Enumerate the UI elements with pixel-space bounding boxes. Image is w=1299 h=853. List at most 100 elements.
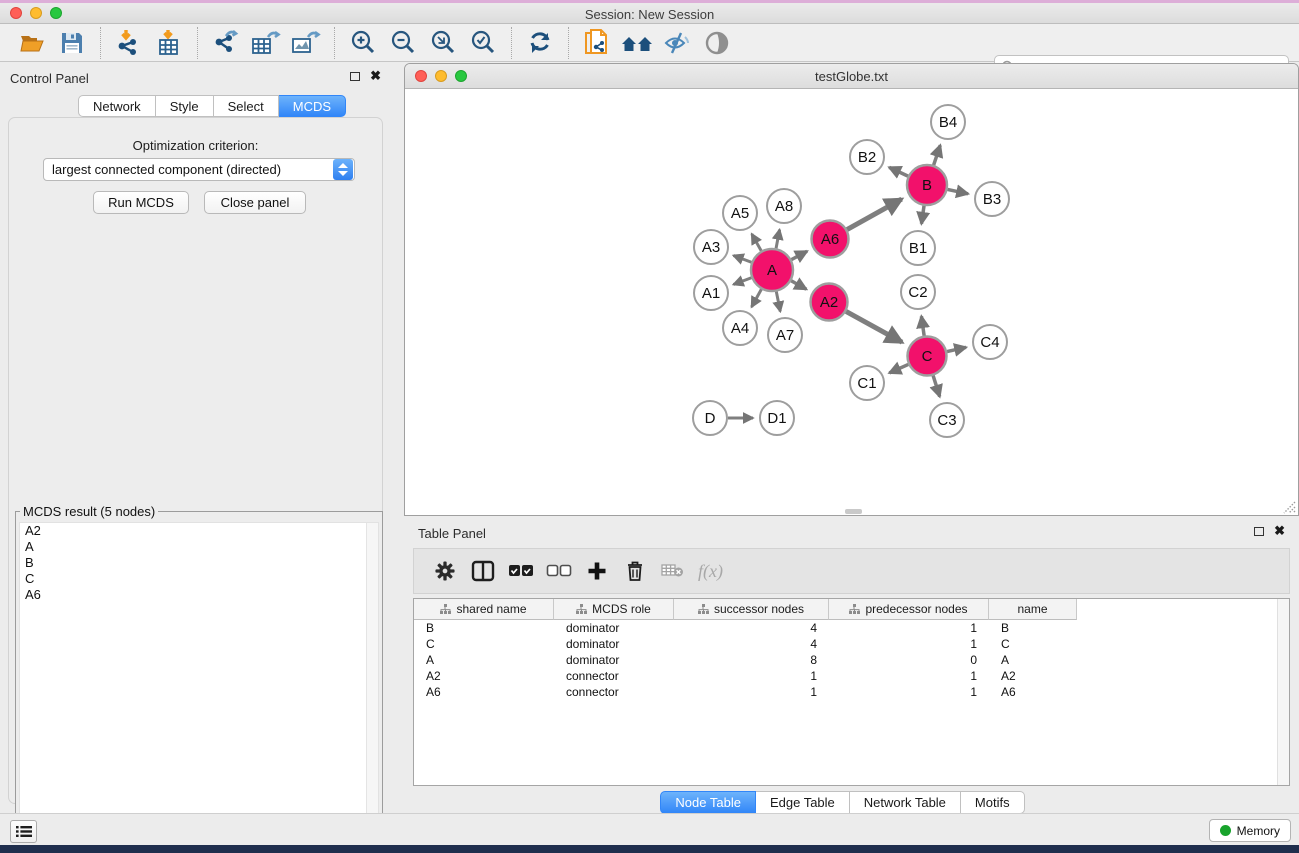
table-cell[interactable]: B <box>989 621 1077 635</box>
table-row[interactable]: Cdominator41C <box>414 636 1289 652</box>
split-table-view-button[interactable] <box>466 554 500 588</box>
column-header-shared-name[interactable]: shared name <box>414 599 554 620</box>
mcds-result-item[interactable]: C <box>20 571 378 587</box>
graph-edge-C-C4[interactable] <box>947 347 966 351</box>
tab-style[interactable]: Style <box>156 95 214 117</box>
table-cell[interactable]: connector <box>554 669 674 683</box>
network-window-titlebar[interactable]: testGlobe.txt <box>405 64 1298 89</box>
task-history-button[interactable] <box>10 820 37 843</box>
table-cell[interactable]: 1 <box>829 669 989 683</box>
mcds-result-item[interactable]: B <box>20 555 378 571</box>
table-cell[interactable]: A <box>414 653 554 667</box>
table-cell[interactable]: 4 <box>674 621 829 635</box>
graph-edge-C-C1[interactable] <box>889 364 908 373</box>
tab-mcds[interactable]: MCDS <box>279 95 346 117</box>
graph-edge-B-B2[interactable] <box>889 167 908 176</box>
float-panel-icon[interactable] <box>350 72 360 81</box>
criterion-dropdown[interactable]: largest connected component (directed) <box>43 158 355 181</box>
table-cell[interactable]: A6 <box>989 685 1077 699</box>
mcds-result-list[interactable]: A2ABCA6 <box>19 522 379 846</box>
zoom-out-button[interactable] <box>385 27 421 59</box>
show-panel-button[interactable] <box>699 27 735 59</box>
table-cell[interactable]: 1 <box>829 637 989 651</box>
import-table-button[interactable] <box>151 27 187 59</box>
hide-panel-button[interactable] <box>659 27 695 59</box>
table-cell[interactable]: C <box>989 637 1077 651</box>
network-canvas[interactable]: AA1A2A3A4A5A6A7A8BB1B2B3B4CC1C2C3C4DD1 <box>405 89 1298 516</box>
table-cell[interactable]: C <box>414 637 554 651</box>
apply-layout-button[interactable] <box>522 27 558 59</box>
table-settings-button[interactable] <box>428 554 462 588</box>
zoom-fit-button[interactable] <box>425 27 461 59</box>
close-panel-icon[interactable]: ✖ <box>370 71 381 81</box>
table-cell[interactable]: dominator <box>554 637 674 651</box>
graph-edge-B-B4[interactable] <box>934 145 941 165</box>
table-cell[interactable]: 4 <box>674 637 829 651</box>
graph-edge-A2-C[interactable] <box>846 311 902 342</box>
table-cell[interactable]: A2 <box>989 669 1077 683</box>
result-scrollbar-track[interactable] <box>366 523 378 845</box>
save-session-button[interactable] <box>54 27 90 59</box>
delete-button[interactable] <box>618 554 652 588</box>
deselect-all-columns-button[interactable] <box>542 554 576 588</box>
import-network-button[interactable] <box>111 27 147 59</box>
close-table-panel-icon[interactable]: ✖ <box>1274 526 1285 536</box>
tab-select[interactable]: Select <box>214 95 279 117</box>
table-cell[interactable]: 1 <box>829 621 989 635</box>
table-row[interactable]: A6connector11A6 <box>414 684 1289 700</box>
table-cell[interactable]: dominator <box>554 653 674 667</box>
add-column-button[interactable] <box>580 554 614 588</box>
table-cell[interactable]: 0 <box>829 653 989 667</box>
home-button[interactable] <box>619 27 655 59</box>
graph-edge-A-A4[interactable] <box>752 289 762 307</box>
delete-table-button[interactable] <box>656 554 690 588</box>
tab-motifs[interactable]: Motifs <box>961 791 1025 814</box>
tab-network-table[interactable]: Network Table <box>850 791 961 814</box>
run-mcds-button[interactable]: Run MCDS <box>93 191 189 214</box>
mcds-result-item[interactable]: A <box>20 539 378 555</box>
tab-node-table[interactable]: Node Table <box>660 791 756 814</box>
column-header-successor-nodes[interactable]: successor nodes <box>674 599 829 620</box>
open-session-button[interactable] <box>14 27 50 59</box>
new-network-document-button[interactable] <box>579 27 615 59</box>
export-image-button[interactable] <box>288 27 324 59</box>
graph-edge-A-A3[interactable] <box>733 255 751 262</box>
graph-edge-A-A2[interactable] <box>791 281 806 290</box>
float-table-panel-icon[interactable] <box>1254 527 1264 536</box>
export-table-button[interactable] <box>248 27 284 59</box>
tab-edge-table[interactable]: Edge Table <box>756 791 850 814</box>
column-header-MCDS-role[interactable]: MCDS role <box>554 599 674 620</box>
graph-edge-A-A1[interactable] <box>733 278 751 285</box>
graph-edge-A6-B[interactable] <box>847 199 902 229</box>
table-cell[interactable]: 1 <box>674 669 829 683</box>
table-cell[interactable]: A <box>989 653 1077 667</box>
table-cell[interactable]: 1 <box>829 685 989 699</box>
graph-edge-A-A5[interactable] <box>752 234 761 251</box>
mcds-result-item[interactable]: A6 <box>20 587 378 603</box>
select-all-columns-button[interactable] <box>504 554 538 588</box>
export-network-button[interactable] <box>208 27 244 59</box>
table-cell[interactable]: 8 <box>674 653 829 667</box>
graph-edge-A-A6[interactable] <box>791 251 807 259</box>
graph-edge-B-B3[interactable] <box>948 189 969 193</box>
table-cell[interactable]: dominator <box>554 621 674 635</box>
graph-edge-B-B1[interactable] <box>921 206 924 224</box>
close-panel-button[interactable]: Close panel <box>204 191 306 214</box>
zoom-in-button[interactable] <box>345 27 381 59</box>
graph-edge-C-C2[interactable] <box>921 316 924 335</box>
horizontal-scrollbar-thumb[interactable] <box>845 509 862 514</box>
graph-edge-C-C3[interactable] <box>933 376 940 397</box>
tab-network[interactable]: Network <box>78 95 156 117</box>
table-cell[interactable]: A6 <box>414 685 554 699</box>
mcds-result-item[interactable]: A2 <box>20 523 378 539</box>
table-scrollbar-track[interactable] <box>1277 599 1289 785</box>
graph-edge-A-A8[interactable] <box>776 230 780 249</box>
resize-grip-icon[interactable] <box>1281 499 1296 514</box>
memory-button[interactable]: Memory <box>1209 819 1291 842</box>
graph-edge-A-A7[interactable] <box>776 292 780 312</box>
table-row[interactable]: Adominator80A <box>414 652 1289 668</box>
table-cell[interactable]: connector <box>554 685 674 699</box>
zoom-selected-button[interactable] <box>465 27 501 59</box>
column-header-predecessor-nodes[interactable]: predecessor nodes <box>829 599 989 620</box>
table-row[interactable]: Bdominator41B <box>414 620 1289 636</box>
